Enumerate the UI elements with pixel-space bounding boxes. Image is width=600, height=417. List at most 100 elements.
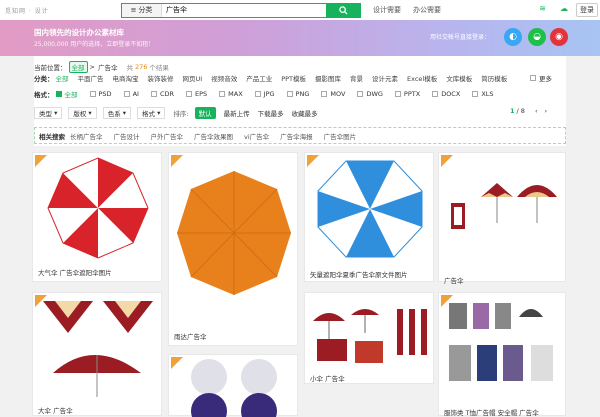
nav-design[interactable]: 设计需要 [373, 5, 401, 15]
format-option[interactable]: XLS [472, 90, 494, 98]
card-caption: 雨达广告伞 [174, 333, 207, 341]
sort-newest[interactable]: 最新上传 [224, 108, 250, 118]
category-select[interactable]: ≡ 分类 [122, 3, 162, 17]
sort-downloads[interactable]: 下载最多 [258, 108, 284, 118]
format-option[interactable]: MOV [321, 90, 345, 98]
dropdown-format[interactable]: 格式 ▾ [137, 107, 166, 119]
umbrella-image [177, 171, 291, 295]
search-button[interactable] [326, 3, 360, 17]
umbrella-image [449, 303, 553, 381]
format-label: PNG [295, 90, 310, 98]
result-card[interactable]: 矢量遮阳伞夏季广告伞原文件图片 [304, 152, 434, 282]
card-caption: 大气伞 广告伞遮阳伞图片 [38, 269, 112, 277]
result-card[interactable]: 大伞 广告伞 [32, 292, 162, 416]
count-prefix: 共 [126, 64, 133, 72]
dropdown-type[interactable]: 类型 ▾ [34, 107, 63, 119]
sort-label: 排序: [173, 110, 189, 118]
checkbox-icon [123, 91, 130, 97]
breadcrumb-all[interactable]: 全部 [68, 61, 88, 73]
category-item[interactable]: Excel模板 [407, 73, 437, 83]
format-label: CDR [159, 90, 174, 98]
format-option[interactable]: DWG [357, 90, 383, 98]
wifi-icon[interactable]: ≋ [539, 4, 546, 13]
related-item[interactable]: 长柄广告伞 [70, 131, 103, 141]
sort-favorites[interactable]: 收藏最多 [292, 108, 318, 118]
next-page-icon[interactable]: › [545, 107, 548, 115]
banner-title: 国内领先的设计办公素材库 [34, 28, 124, 37]
checkbox-icon [186, 91, 192, 97]
format-option[interactable]: EPS [186, 90, 207, 98]
category-item[interactable]: 产品工业 [246, 73, 272, 83]
umbrella-image [317, 160, 423, 258]
more-categories[interactable]: 更多 [530, 73, 552, 83]
related-item[interactable]: 广告伞海报 [280, 131, 313, 141]
prev-page-icon[interactable]: ‹ [535, 107, 538, 115]
checkbox-icon [89, 91, 96, 97]
format-option[interactable]: AI [123, 90, 139, 98]
sort-default[interactable]: 默认 [194, 107, 216, 119]
format-option[interactable]: PSD [89, 90, 112, 98]
category-item[interactable]: 装饰装修 [148, 73, 174, 83]
category-item[interactable]: 简历模板 [481, 73, 507, 83]
result-count: 276 [134, 63, 148, 71]
related-item[interactable]: 户外广告伞 [151, 131, 184, 141]
result-card[interactable]: 服饰类 T恤广告帽 安全帽 广告伞 [438, 292, 566, 417]
category-item[interactable]: 设计元素 [372, 73, 398, 83]
related-item[interactable]: 广告伞图片 [324, 131, 357, 141]
chevron-down-icon: ▾ [157, 109, 161, 117]
result-card[interactable]: 小伞 广告伞 [304, 292, 434, 384]
result-card[interactable]: 广告伞 [438, 152, 566, 285]
category-label: 分类 [138, 6, 153, 14]
dropdown-label: 格式 [142, 110, 156, 118]
category-item[interactable]: 网页UI [183, 73, 203, 83]
category-item[interactable]: 背景 [350, 73, 363, 83]
category-item[interactable]: 文库模板 [446, 73, 472, 83]
format-option[interactable]: DOCX [432, 90, 460, 98]
format-label: DOCX [441, 90, 461, 98]
top-bar: 觅知网 · 设计 ≡ 分类 设计需要 办公需要 ≋ ☁ 登录 [0, 0, 600, 20]
more-checkbox-icon [530, 75, 536, 81]
qq-icon[interactable]: ◐ [504, 28, 522, 46]
format-row-label: 格式： [34, 91, 54, 99]
umbrella-image [191, 359, 277, 417]
breadcrumb-label: 当前位置： [34, 64, 67, 72]
checkbox-icon [472, 91, 479, 97]
result-card[interactable] [168, 354, 298, 417]
format-option[interactable]: JPG [254, 90, 275, 98]
pager: 1 / 8 ‹ › [510, 107, 547, 115]
wechat-icon[interactable]: ◒ [528, 28, 546, 46]
weibo-icon[interactable]: ◉ [550, 28, 568, 46]
category-item[interactable]: PPT模板 [281, 73, 306, 83]
dropdown-color[interactable]: 色系 ▾ [102, 107, 132, 119]
checkbox-icon [321, 91, 328, 97]
format-option[interactable]: 全部 [55, 89, 78, 99]
format-label: XLS [481, 90, 494, 98]
format-option[interactable]: CDR [150, 90, 174, 98]
result-card[interactable]: 大气伞 广告伞遮阳伞图片 [32, 152, 162, 282]
format-label: MOV [330, 90, 346, 98]
category-item[interactable]: 摄影图库 [315, 73, 341, 83]
category-item[interactable]: 电商淘宝 [113, 73, 139, 83]
nav-office[interactable]: 办公需要 [413, 5, 441, 15]
related-item[interactable]: 广告设计 [114, 131, 140, 141]
more-label: 更多 [539, 75, 552, 83]
related-item[interactable]: 广告伞效果图 [194, 131, 233, 141]
site-logo[interactable]: 觅知网 · 设计 [5, 6, 113, 15]
breadcrumb: 当前位置： 全部 > 广告伞 共 276 个结果 [34, 61, 169, 73]
search-input[interactable] [162, 3, 326, 17]
dropdown-license[interactable]: 版权 ▾ [68, 107, 97, 119]
checkbox-icon [219, 91, 226, 97]
format-option[interactable]: MAX [219, 90, 243, 98]
category-item[interactable]: 视频音效 [211, 73, 237, 83]
category-item[interactable]: 全部 [56, 73, 69, 83]
category-item[interactable]: 平面广告 [78, 73, 104, 83]
result-card[interactable]: 雨达广告伞 [168, 152, 298, 346]
format-option[interactable]: PPTX [394, 90, 420, 98]
format-label: AI [132, 90, 139, 98]
format-option[interactable]: PNG [286, 90, 310, 98]
related-item[interactable]: vi广告伞 [244, 131, 269, 141]
login-button[interactable]: 登录 [576, 3, 598, 17]
cloud-icon[interactable]: ☁ [560, 4, 568, 13]
total-pages: / 8 [516, 107, 525, 115]
format-row: 格式： 全部 PSD AI CDR EPS MAX JPG PNG MOV DW… [34, 89, 506, 99]
